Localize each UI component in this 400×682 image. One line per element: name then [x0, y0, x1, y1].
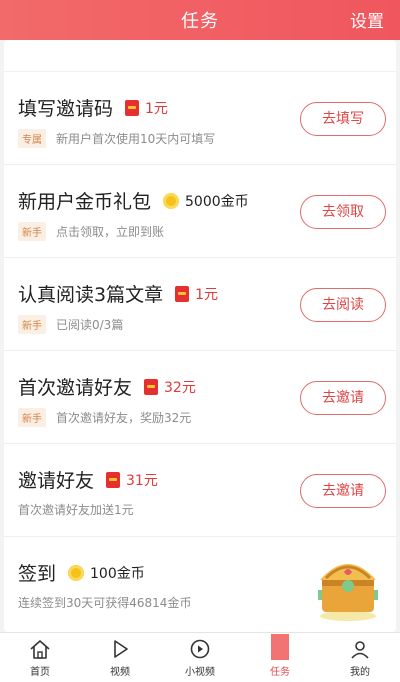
task-action-button[interactable]: 去填写: [300, 102, 386, 136]
task-desc: 连续签到30天可获得46814金币: [18, 596, 192, 610]
task-reward: 1元: [145, 100, 168, 117]
task-desc: 新用户首次使用10天内可填写: [56, 132, 216, 146]
task-title: 首次邀请好友: [18, 377, 133, 399]
small-video-icon: [190, 639, 210, 659]
coin-icon: [68, 564, 85, 581]
task-action-button[interactable]: 去阅读: [300, 288, 386, 322]
task-item-checkin[interactable]: 签到 100金币 连续签到30天可获得46814金币: [4, 537, 396, 630]
red-packet-icon: [125, 99, 140, 116]
tab-label: 视频: [110, 667, 130, 678]
task-item-newbie-coins: 新用户金币礼包 5000金币 新手 点击领取，立即到账 去领取: [4, 165, 396, 258]
task-item-invite-friends: 邀请好友 31元 首次邀请好友加送1元 去邀请: [4, 444, 396, 537]
settings-button[interactable]: 设置: [350, 7, 384, 32]
task-icon: [271, 634, 289, 660]
task-action-button[interactable]: 去领取: [300, 195, 386, 229]
tab-small-video[interactable]: 小视频: [160, 633, 240, 682]
task-desc: 已阅读0/3篇: [56, 318, 124, 332]
home-icon: [30, 640, 50, 659]
task-action-button[interactable]: 去邀请: [300, 381, 386, 415]
list-top-strip: [4, 40, 396, 72]
task-desc: 首次邀请好友，奖励32元: [56, 411, 192, 425]
task-title: 签到: [18, 563, 57, 585]
tab-profile[interactable]: 我的: [320, 633, 400, 682]
task-tag: 专属: [18, 129, 46, 148]
red-packet-icon: [175, 285, 190, 302]
task-reward: 32元: [164, 379, 196, 396]
task-desc: 点击领取，立即到账: [56, 225, 165, 239]
profile-icon: [351, 641, 369, 659]
play-icon: [114, 640, 128, 658]
tab-task[interactable]: 任务: [240, 633, 320, 682]
task-tag: 新手: [18, 222, 46, 241]
task-reward: 31元: [126, 472, 158, 489]
red-packet-icon: [144, 378, 159, 395]
task-item-read-articles: 认真阅读3篇文章 1元 新手 已阅读0/3篇 去阅读: [4, 258, 396, 351]
task-reward: 100金币: [90, 565, 145, 582]
tab-label: 小视频: [185, 667, 215, 678]
header-bar: 任务 设置: [0, 0, 400, 40]
page-title: 任务: [181, 11, 219, 32]
task-title: 新用户金币礼包: [18, 191, 152, 213]
tab-label: 任务: [270, 667, 290, 678]
tab-label: 首页: [30, 667, 50, 678]
coin-icon: [163, 192, 180, 209]
tab-label: 我的: [350, 667, 370, 678]
task-title: 填写邀请码: [18, 98, 114, 120]
task-item-first-invite: 首次邀请好友 32元 新手 首次邀请好友，奖励32元 去邀请: [4, 351, 396, 444]
task-tag: 新手: [18, 315, 46, 334]
task-action-button[interactable]: 去邀请: [300, 474, 386, 508]
tab-video[interactable]: 视频: [80, 633, 160, 682]
task-list: 填写邀请码 1元 专属 新用户首次使用10天内可填写 去填写 新用户金币礼包 5…: [4, 40, 396, 632]
task-desc: 首次邀请好友加送1元: [18, 503, 134, 517]
task-reward: 5000金币: [185, 193, 249, 210]
task-tag: 新手: [18, 408, 46, 427]
red-packet-icon: [106, 471, 121, 488]
treasure-chest-icon[interactable]: [314, 546, 382, 622]
task-title: 邀请好友: [18, 470, 95, 492]
bottom-tab-bar: 首页 视频 小视频 任务 我的: [0, 632, 400, 682]
task-title: 认真阅读3篇文章: [18, 284, 164, 306]
task-item-invite-code: 填写邀请码 1元 专属 新用户首次使用10天内可填写 去填写: [4, 72, 396, 165]
tab-home[interactable]: 首页: [0, 633, 80, 682]
task-reward: 1元: [195, 286, 219, 303]
